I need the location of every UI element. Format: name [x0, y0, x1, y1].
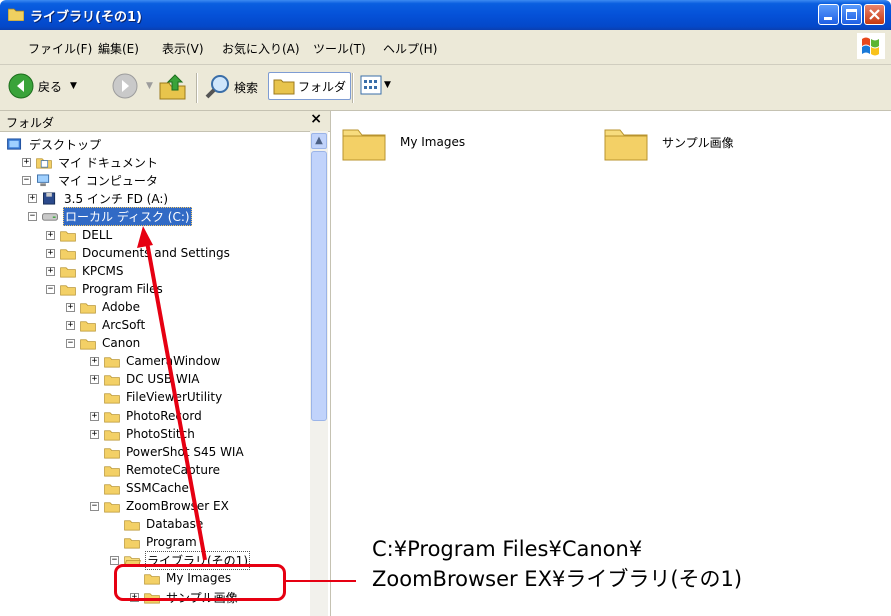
path-annotation-line1: C:¥Program Files¥Canon¥	[372, 537, 643, 561]
callout-leader-line	[286, 580, 356, 582]
highlight-box	[114, 564, 286, 601]
path-annotation: C:¥Program Files¥Canon¥ ZoomBrowser EX¥ラ…	[372, 534, 742, 594]
path-annotation-line2: ZoomBrowser EX¥ライブラリ(その1)	[372, 567, 743, 591]
arrow-head-icon	[137, 226, 153, 248]
red-arrow-annotation	[137, 226, 207, 561]
